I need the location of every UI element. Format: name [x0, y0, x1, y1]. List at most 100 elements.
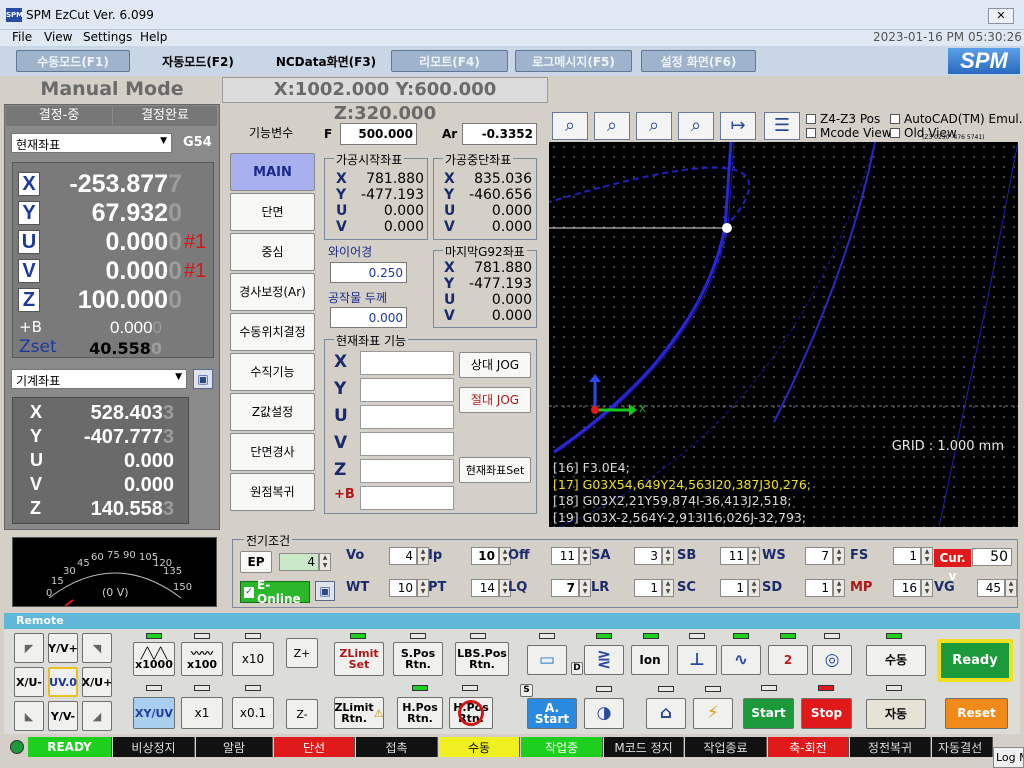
save-icon[interactable]: ▣	[315, 581, 335, 601]
jog-up-right-button[interactable]: ◥	[82, 633, 112, 663]
coord-select[interactable]: 현재좌표 ▼	[11, 133, 172, 153]
flush-icon[interactable]: ⌂	[646, 698, 686, 729]
list-icon[interactable]: ☰	[764, 112, 800, 140]
tank-icon[interactable]: ▭	[527, 645, 567, 675]
elec-fs-input[interactable]: 1	[893, 547, 921, 565]
elec-sc-spinner[interactable]: ▲ ▼	[748, 579, 760, 597]
coil-icon[interactable]: ◎	[812, 645, 852, 675]
save-icon[interactable]: ▣	[193, 369, 213, 389]
xyuv-button[interactable]: XY/UV	[133, 697, 175, 729]
pan-icon[interactable]: ↦	[720, 112, 756, 140]
func-button-2[interactable]: 중심	[230, 233, 315, 271]
cur-func-input-5[interactable]	[360, 486, 454, 510]
cur-func-input-4[interactable]	[360, 459, 454, 483]
func-button-4[interactable]: 수동위치결정	[230, 313, 315, 351]
elec-ws-spinner[interactable]: ▲ ▼	[833, 547, 845, 565]
elec-lr-spinner[interactable]: ▲ ▼	[662, 579, 674, 597]
tab-manual[interactable]: 수동모드(F1)	[16, 50, 130, 72]
func-button-6[interactable]: Z값설정	[230, 393, 315, 431]
elec-ws-input[interactable]: 7	[805, 547, 833, 565]
tab-settings[interactable]: 설정 화면(F6)	[641, 50, 756, 72]
stop-button[interactable]: Stop	[801, 698, 852, 729]
mcode-checkbox[interactable]	[806, 128, 816, 138]
elec-sa-spinner[interactable]: ▲ ▼	[662, 547, 674, 565]
cur-v-input[interactable]: 50	[972, 548, 1012, 566]
tab-remote[interactable]: 리모트(F4)	[391, 50, 508, 72]
func-button-7[interactable]: 단면경사	[230, 433, 315, 471]
elec-lr-input[interactable]: 1	[634, 579, 662, 597]
x1000-button[interactable]: ╱╲╱╲ x1000	[133, 642, 175, 676]
sudong-button[interactable]: 수동	[866, 645, 926, 676]
cur-func-input-3[interactable]	[360, 432, 454, 456]
z4z3-checkbox[interactable]	[806, 114, 816, 124]
elec-sc-input[interactable]: 1	[720, 579, 748, 597]
jog-down-left-button[interactable]: ◣	[14, 701, 44, 731]
two-icon[interactable]: 2	[768, 645, 808, 675]
elec-ip-input[interactable]: 10	[471, 547, 499, 565]
elec-sb-input[interactable]: 11	[720, 547, 748, 565]
work-thick-input[interactable]: 0.000	[330, 307, 407, 328]
jog-up-left-button[interactable]: ◤	[14, 633, 44, 663]
lbspos-rtn-button[interactable]: LBS.Pos Rtn.	[455, 642, 509, 676]
menu-view[interactable]: View	[44, 30, 72, 44]
zoom-v-icon[interactable]: ⌕	[678, 112, 714, 140]
func-button-0[interactable]: MAIN	[230, 153, 315, 191]
cur-func-input-0[interactable]	[360, 351, 454, 375]
menu-file[interactable]: File	[12, 30, 32, 44]
elec-off-input[interactable]: 11	[551, 547, 579, 565]
elec-sd-input[interactable]: 1	[805, 579, 833, 597]
machine-select[interactable]: 기계좌표 ▼	[11, 369, 187, 389]
ion-button[interactable]: Ion	[631, 645, 669, 675]
power-icon[interactable]: ⚡	[693, 698, 733, 729]
hpos-rtn-button[interactable]: H.Pos Rtn.	[397, 697, 443, 729]
abs-jog-button[interactable]: 절대 JOG	[459, 387, 531, 413]
zlimit-rtn-button[interactable]: ZLimit Rtn. ⚠	[334, 697, 384, 729]
elec-wt-input[interactable]: 10	[389, 579, 417, 597]
cur-func-input-2[interactable]	[360, 405, 454, 429]
jog-x-minus-button[interactable]: X/U-	[14, 667, 44, 697]
elec-vg-input[interactable]: 45	[977, 579, 1005, 597]
jog-x-plus-button[interactable]: X/U+	[82, 667, 112, 697]
elec-pt-input[interactable]: 14	[471, 579, 499, 597]
z-minus-button[interactable]: Z-	[286, 699, 318, 729]
x100-button[interactable]: 〰〰 x100	[181, 642, 223, 676]
elec-sa-input[interactable]: 3	[634, 547, 662, 565]
func-button-1[interactable]: 단면	[230, 193, 315, 231]
log-tab[interactable]: Log M	[993, 747, 1024, 768]
cur-func-input-1[interactable]	[360, 378, 454, 402]
jadong-button[interactable]: 자동	[866, 699, 926, 729]
autocad-checkbox[interactable]	[890, 114, 900, 124]
z-plus-button[interactable]: Z+	[286, 638, 318, 668]
elec-lq-input[interactable]: 7	[551, 579, 579, 597]
menu-help[interactable]: Help	[140, 30, 167, 44]
elec-off-spinner[interactable]: ▲ ▼	[579, 547, 591, 565]
oldview-checkbox[interactable]	[890, 128, 900, 138]
e-online-toggle[interactable]: ✓ E-Online	[240, 578, 310, 606]
elec-mp-input[interactable]: 16	[893, 579, 921, 597]
zoom-100-icon[interactable]: ⌕	[594, 112, 630, 140]
zoom-b-icon[interactable]: ⌕	[636, 112, 672, 140]
elec-vg-spinner[interactable]: ▲ ▼	[1005, 579, 1017, 597]
elec-vo-input[interactable]: 4	[389, 547, 417, 565]
ep-spinner[interactable]: ▲ ▼	[319, 553, 331, 571]
hpos2-rtn-button[interactable]: H.Pos Rtn.	[449, 697, 493, 729]
elec-mp-spinner[interactable]: ▲ ▼	[921, 579, 933, 597]
tab-ncdata[interactable]: NCData화면(F3)	[266, 50, 386, 72]
elec-lq-spinner[interactable]: ▲ ▼	[579, 579, 591, 597]
tension-icon[interactable]: ◑	[584, 698, 624, 729]
astart-button[interactable]: A. Start	[527, 698, 577, 729]
x10-button[interactable]: x10	[232, 642, 274, 676]
jog-y-minus-button[interactable]: Y/V-	[48, 701, 78, 731]
zoom-in-icon[interactable]: ⌕	[552, 112, 588, 140]
f-input[interactable]: 500.000	[340, 123, 417, 145]
tab-log[interactable]: 로그메시지(F5)	[515, 50, 632, 72]
start-button[interactable]: Start	[743, 698, 794, 729]
spindle-icon[interactable]: ⊥	[677, 645, 717, 675]
spos-rtn-button[interactable]: S.Pos Rtn.	[393, 642, 443, 676]
reset-button[interactable]: Reset	[945, 698, 1008, 729]
wave-gen-icon[interactable]: ∿	[721, 645, 761, 675]
uv0-button[interactable]: UV.0	[48, 667, 78, 697]
close-button[interactable]: ✕	[988, 8, 1014, 24]
wire-cut-icon[interactable]: ⋛	[584, 645, 624, 675]
wire-dia-input[interactable]: 0.250	[330, 262, 407, 283]
